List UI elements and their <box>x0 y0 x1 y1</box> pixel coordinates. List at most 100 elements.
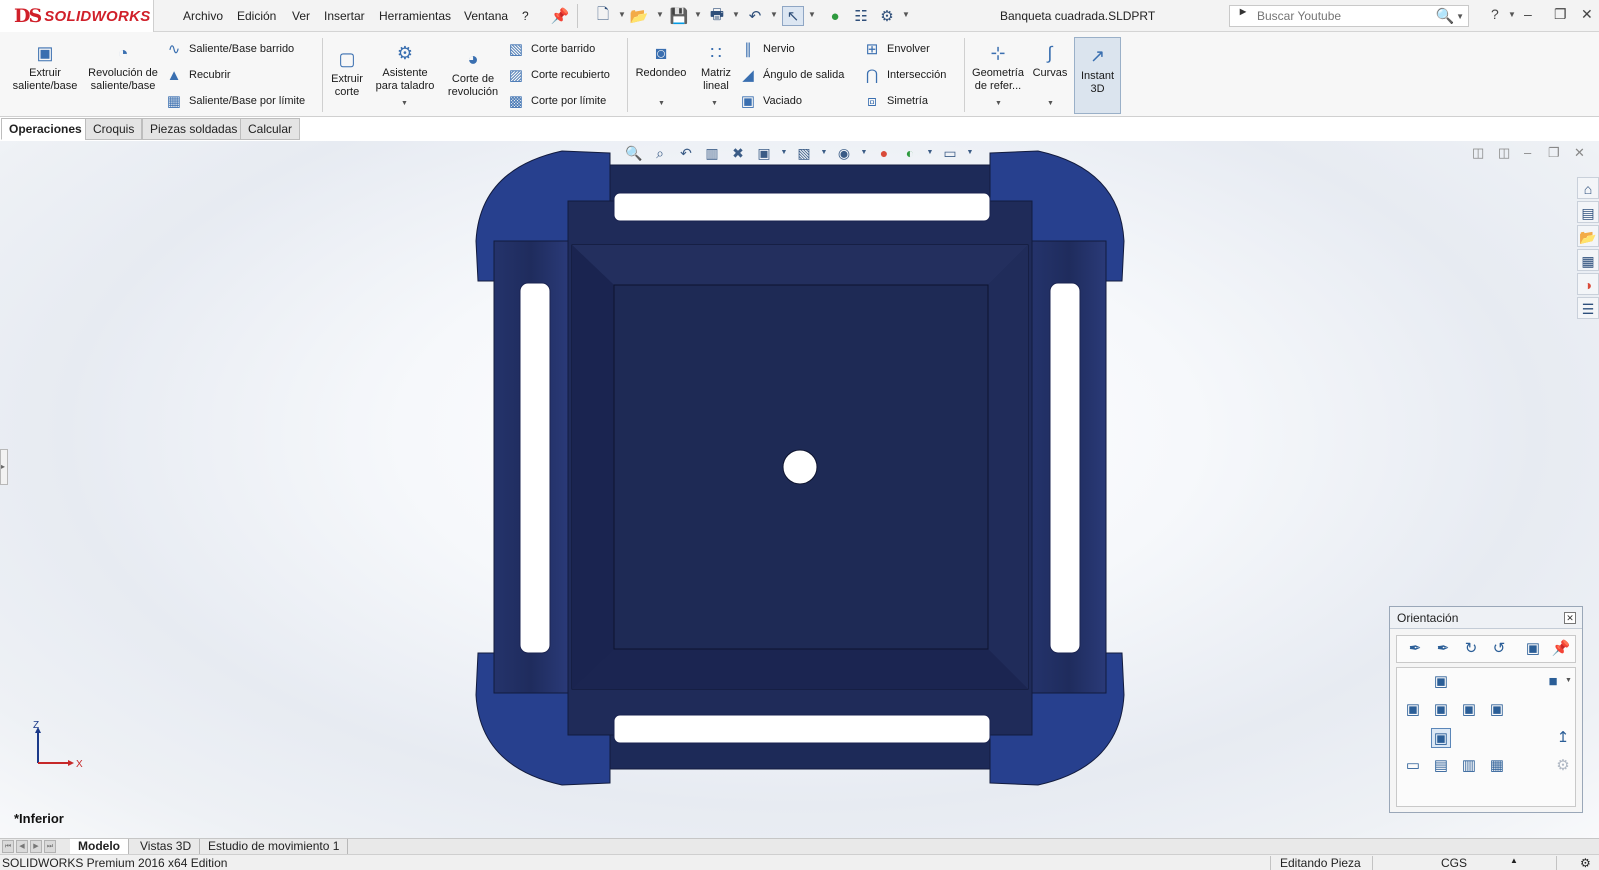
status-units[interactable]: CGS <box>1441 856 1467 870</box>
print-icon[interactable]: 🖶 <box>706 6 728 26</box>
reset-standard-views-icon[interactable]: ↻ <box>1461 639 1481 659</box>
linear-pattern-button[interactable]: ∷ Matriz lineal <box>696 42 736 93</box>
link-views-icon[interactable]: ⚙ <box>1553 756 1573 776</box>
menu-help[interactable]: ? <box>522 9 529 23</box>
extrude-cut-button[interactable]: ▢ Extruir corte <box>326 48 368 99</box>
pin-icon[interactable]: 📌 <box>549 6 571 26</box>
isometric-dropdown-icon[interactable]: ▼ <box>1565 677 1572 684</box>
options-dropdown-icon[interactable]: ▼ <box>902 10 910 19</box>
wrap-button[interactable]: ⊞ Envolver <box>862 40 930 58</box>
tab-calcular[interactable]: Calcular <box>240 118 301 140</box>
search-input[interactable] <box>1257 9 1435 23</box>
orientation-close-icon[interactable]: ✕ <box>1564 612 1576 624</box>
menu-herramientas[interactable]: Herramientas <box>379 9 451 23</box>
fillet-button[interactable]: ◙ Redondeo <box>632 42 690 80</box>
single-view-icon[interactable]: ▭ <box>1403 756 1423 776</box>
top-view-icon[interactable]: ▣ <box>1431 672 1451 692</box>
open-dropdown-icon[interactable]: ▼ <box>656 10 664 19</box>
hole-wizard-button[interactable]: ⚙ Asistente para taladro <box>370 42 440 93</box>
undo-dropdown-icon[interactable]: ▼ <box>770 10 778 19</box>
front-view-icon[interactable]: ▣ <box>1431 700 1451 720</box>
reference-geometry-button[interactable]: ⊹ Geometría de refer... <box>968 42 1028 93</box>
draft-button[interactable]: ◢ Ángulo de salida <box>738 66 844 84</box>
customize-status-icon[interactable]: ⚙ <box>1580 856 1591 870</box>
menu-archivo[interactable]: Archivo <box>183 9 223 23</box>
four-view-icon[interactable]: ▦ <box>1487 756 1507 776</box>
swept-cut-button[interactable]: ▧ Corte barrido <box>506 40 595 58</box>
appearances-icon[interactable]: ◑ <box>1577 273 1599 295</box>
tab-piezas-soldadas[interactable]: Piezas soldadas <box>142 118 246 140</box>
new-dropdown-icon[interactable]: ▼ <box>618 10 626 19</box>
design-library-icon[interactable]: ▤ <box>1577 201 1599 223</box>
reference-geometry-dropdown-icon[interactable]: ▼ <box>995 100 1002 107</box>
save-dropdown-icon[interactable]: ▼ <box>694 10 702 19</box>
tab-vistas-3d[interactable]: Vistas 3D <box>132 839 201 855</box>
help-icon[interactable]: ? <box>1491 6 1499 22</box>
last-tab-arrow-icon[interactable]: ⏭ <box>44 840 56 853</box>
print-dropdown-icon[interactable]: ▼ <box>732 10 740 19</box>
help-dropdown-icon[interactable]: ▼ <box>1508 10 1516 19</box>
new-view-icon[interactable]: ✒ <box>1405 639 1425 659</box>
tab-croquis[interactable]: Croquis <box>85 118 143 140</box>
rebuild-traffic-light-icon[interactable]: ● <box>824 6 846 26</box>
orientation-pin-icon[interactable]: 📌 <box>1551 639 1571 659</box>
instant3d-button[interactable]: ↗ Instant 3D <box>1074 37 1121 114</box>
normal-to-icon[interactable]: ↥ <box>1553 728 1573 748</box>
left-view-icon[interactable]: ▣ <box>1403 700 1423 720</box>
lofted-cut-button[interactable]: ▨ Corte recubierto <box>506 66 610 84</box>
shell-button[interactable]: ▣ Vaciado <box>738 92 802 110</box>
update-standard-views-icon[interactable]: ✒ <box>1433 639 1453 659</box>
tab-modelo[interactable]: Modelo <box>70 839 129 855</box>
prev-tab-arrow-icon[interactable]: ◀ <box>16 840 28 853</box>
solidworks-logo[interactable]: DS SOLIDWORKS <box>0 0 154 32</box>
select-cursor-icon[interactable]: ↖ <box>782 6 804 26</box>
revolve-cut-button[interactable]: ◕ Corte de revolución <box>442 48 504 99</box>
mirror-button[interactable]: ⧈ Simetría <box>862 92 928 110</box>
rib-button[interactable]: ∥ Nervio <box>738 40 795 58</box>
pattern-dropdown-icon[interactable]: ▼ <box>711 100 718 107</box>
intersect-button[interactable]: ⋂ Intersección <box>862 66 946 84</box>
loft-button[interactable]: ▲ Recubrir <box>164 66 231 84</box>
extrude-boss-button[interactable]: ▣ Extruir saliente/base <box>8 42 82 93</box>
search-dropdown-icon[interactable]: ▼ <box>1456 12 1464 21</box>
graphics-viewport[interactable]: 🔍 ⌕ ↶ ▥ ✖ ▣ ▼ ▧ ▼ ◉ ▼ ● ◐ ▼ ▭ ▼ ◫ ◫ – ❐ … <box>0 141 1599 838</box>
first-tab-arrow-icon[interactable]: ⏮ <box>2 840 14 853</box>
boundary-boss-button[interactable]: ▦ Saliente/Base por límite <box>164 92 305 110</box>
restore-icon[interactable]: ❐ <box>1554 6 1567 23</box>
search-box[interactable]: ▶ 🔍 ▼ <box>1229 5 1469 27</box>
home-icon[interactable]: ⌂ <box>1577 177 1599 199</box>
minimize-icon[interactable]: – <box>1524 6 1532 22</box>
close-icon[interactable]: ✕ <box>1581 6 1593 23</box>
revolve-boss-button[interactable]: ◔ Revolución de saliente/base <box>88 42 158 93</box>
isometric-view-icon[interactable]: ■ <box>1543 672 1563 692</box>
feature-tree-flyout-handle[interactable]: ▸ <box>0 449 8 485</box>
menu-ver[interactable]: Ver <box>292 9 310 23</box>
file-explorer-icon[interactable]: 📂 <box>1577 225 1599 247</box>
file-properties-icon[interactable]: ☷ <box>850 6 872 26</box>
boundary-cut-button[interactable]: ▩ Corte por límite <box>506 92 606 110</box>
options-gear-icon[interactable]: ⚙ <box>876 6 898 26</box>
tab-estudio-movimiento[interactable]: Estudio de movimiento 1 <box>200 839 349 855</box>
two-view-horizontal-icon[interactable]: ▤ <box>1431 756 1451 776</box>
undo-icon[interactable]: ↶ <box>744 6 766 26</box>
open-folder-icon[interactable]: 📂 <box>628 6 650 26</box>
bottom-view-icon[interactable]: ▣ <box>1431 728 1451 748</box>
new-document-icon[interactable]: 🗋 <box>592 6 614 26</box>
menu-edicion[interactable]: Edición <box>237 9 276 23</box>
tab-operaciones[interactable]: Operaciones <box>1 118 90 140</box>
custom-properties-icon[interactable]: ☰ <box>1577 297 1599 319</box>
swept-boss-button[interactable]: ∿ Saliente/Base barrido <box>164 40 294 58</box>
menu-ventana[interactable]: Ventana <box>464 9 508 23</box>
standard-views-cube-icon[interactable]: ▣ <box>1523 639 1543 659</box>
hole-wizard-dropdown-icon[interactable]: ▼ <box>401 100 408 107</box>
menu-insertar[interactable]: Insertar <box>324 9 365 23</box>
curves-dropdown-icon[interactable]: ▼ <box>1047 100 1054 107</box>
stool-model[interactable] <box>0 141 1599 838</box>
view-palette-icon[interactable]: ▦ <box>1577 249 1599 271</box>
next-tab-arrow-icon[interactable]: ▶ <box>30 840 42 853</box>
fillet-dropdown-icon[interactable]: ▼ <box>658 100 665 107</box>
save-icon[interactable]: 💾 <box>668 6 690 26</box>
select-dropdown-icon[interactable]: ▼ <box>808 10 816 19</box>
view-selector-icon[interactable]: ↺ <box>1489 639 1509 659</box>
units-up-arrow-icon[interactable]: ▲ <box>1510 856 1518 865</box>
